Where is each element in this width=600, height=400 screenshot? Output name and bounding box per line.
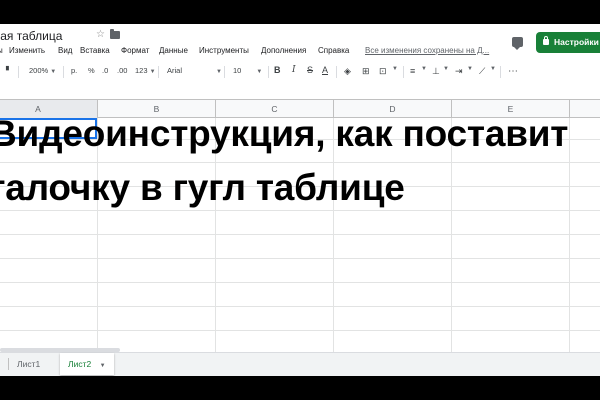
bold-button[interactable]: B	[274, 65, 281, 75]
chevron-down-icon: ▼	[149, 69, 156, 75]
save-status-link[interactable]: Все изменения сохранены на Д...	[365, 46, 489, 55]
zoom-value: 200%	[29, 66, 49, 75]
grid-line	[0, 306, 600, 307]
title-bar: вая таблица ☆	[0, 24, 600, 44]
toolbar-divider	[336, 66, 337, 78]
merge-cells-icon[interactable]: ⊡	[379, 66, 387, 77]
toolbar-divider	[403, 66, 404, 78]
sheet-tab-bar: Лист1 Лист2 ▼	[0, 352, 600, 376]
chevron-down-icon[interactable]: ▼	[443, 66, 449, 72]
toolbar-divider	[18, 66, 19, 78]
zoom-select[interactable]: 200% ▼	[29, 66, 56, 75]
video-caption-line-2: галочку в гугл таблице	[0, 167, 405, 208]
paint-format-icon[interactable]: ▘	[6, 66, 12, 75]
chevron-down-icon: ▼	[216, 69, 222, 75]
toolbar-divider	[158, 66, 159, 78]
folder-icon[interactable]	[110, 29, 120, 39]
menu-file[interactable]: ы	[0, 46, 3, 55]
chevron-down-icon: ▼	[50, 69, 57, 75]
chevron-down-icon[interactable]: ▼	[392, 66, 398, 72]
font-value: Arial	[167, 66, 183, 75]
strikethrough-button[interactable]: S	[307, 65, 313, 75]
italic-button[interactable]: I	[292, 65, 296, 75]
toolbar-divider	[63, 66, 64, 78]
more-options-icon[interactable]: ⋯	[508, 66, 518, 77]
text-rotate-icon[interactable]: ⟋	[479, 66, 485, 77]
percent-format-button[interactable]: %	[88, 66, 95, 75]
toolbar-divider	[500, 66, 501, 78]
menu-help[interactable]: Справка	[318, 46, 349, 55]
fill-color-icon[interactable]: ◈	[344, 66, 351, 77]
menu-format[interactable]: Формат	[121, 46, 149, 55]
grid-line	[0, 330, 600, 331]
video-caption-line-1: Видеоинструкция, как поставит	[0, 113, 569, 154]
sheet-tab-label: Лист2	[68, 359, 92, 369]
menu-addons[interactable]: Дополнения	[261, 46, 306, 55]
font-size-select[interactable]: 10 ▼	[233, 66, 262, 75]
share-settings-button[interactable]: Настройки	[536, 32, 600, 53]
chevron-down-icon[interactable]: ▼	[100, 363, 106, 369]
decrease-decimal-button[interactable]: .0	[102, 66, 108, 75]
menu-edit[interactable]: Изменить	[9, 46, 45, 55]
menu-bar: ы Изменить Вид Вставка Формат Данные Инс…	[0, 46, 600, 60]
sheet-tab-label: Лист1	[17, 359, 41, 369]
settings-button-label: Настройки	[554, 37, 599, 47]
menu-tools[interactable]: Инструменты	[199, 46, 249, 55]
toolbar: ▘ 200% ▼ р. % .0 .00 123 ▼ Arial ▼ 10 ▼ B …	[0, 64, 600, 82]
chevron-down-icon[interactable]: ▼	[467, 66, 473, 72]
text-wrap-icon[interactable]: ⇥	[455, 66, 463, 77]
chevron-down-icon[interactable]: ▼	[490, 66, 496, 72]
grid-line	[0, 234, 600, 235]
grid-line	[0, 210, 600, 211]
font-select[interactable]: Arial ▼	[167, 66, 222, 75]
star-icon[interactable]: ☆	[96, 29, 105, 40]
vertical-align-icon[interactable]: ⊥	[432, 66, 440, 77]
horizontal-align-icon[interactable]: ≡	[410, 66, 415, 76]
spreadsheet-window: вая таблица ☆ ы Изменить Вид Вставка Фор…	[0, 24, 600, 376]
toolbar-divider	[268, 66, 269, 78]
grid-line	[569, 118, 570, 352]
sheet-tab-list2[interactable]: Лист2 ▼	[60, 353, 114, 375]
chevron-down-icon: ▼	[256, 69, 263, 75]
toolbar-divider	[224, 66, 225, 78]
document-title[interactable]: вая таблица	[0, 29, 62, 43]
currency-format-button[interactable]: р.	[71, 66, 77, 75]
chevron-down-icon[interactable]: ▼	[421, 66, 427, 72]
menu-data[interactable]: Данные	[159, 46, 188, 55]
comments-icon[interactable]	[512, 37, 523, 50]
font-size-value: 10	[233, 66, 242, 75]
more-formats-select[interactable]: 123 ▼	[135, 66, 156, 75]
grid-line	[0, 162, 600, 163]
sheet-tab-list1[interactable]: Лист1	[9, 353, 48, 375]
grid-line	[0, 282, 600, 283]
grid-line	[0, 258, 600, 259]
borders-icon[interactable]: ⊞	[362, 66, 370, 77]
increase-decimal-button[interactable]: .00	[117, 66, 127, 75]
menu-view[interactable]: Вид	[58, 46, 72, 55]
menu-insert[interactable]: Вставка	[80, 46, 110, 55]
text-color-button[interactable]: A	[322, 65, 328, 75]
more-formats-label: 123	[135, 66, 148, 75]
lock-icon	[543, 36, 549, 45]
